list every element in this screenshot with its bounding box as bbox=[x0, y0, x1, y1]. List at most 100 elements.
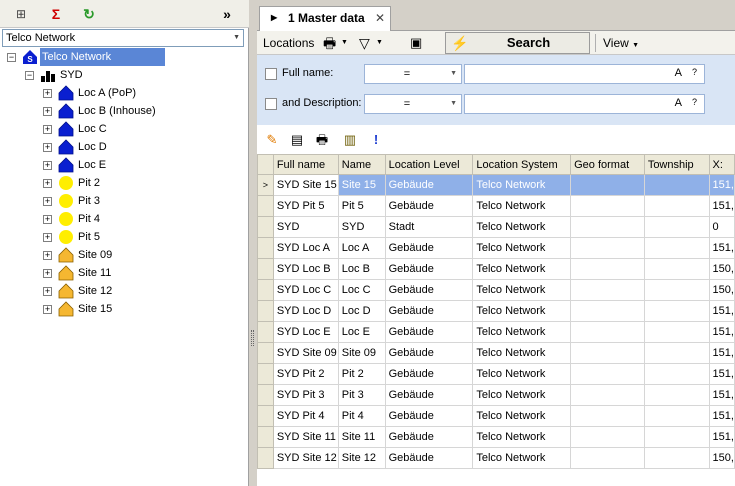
table-cell[interactable]: 151, bbox=[708, 195, 735, 217]
description-checkbox[interactable] bbox=[265, 98, 277, 110]
table-cell[interactable]: SYD Site 11 bbox=[272, 426, 339, 448]
row-indicator[interactable] bbox=[257, 279, 274, 301]
case-sensitive-icon[interactable]: A bbox=[675, 97, 682, 109]
column-header[interactable]: Location System bbox=[472, 154, 572, 175]
table-cell[interactable] bbox=[643, 447, 710, 469]
column-header[interactable]: Township bbox=[643, 154, 710, 175]
table-cell[interactable]: SYD Site 15 bbox=[272, 174, 339, 196]
table-cell[interactable]: Pit 3 bbox=[337, 384, 386, 406]
case-sensitive-icon[interactable]: A bbox=[675, 67, 682, 79]
expand-toggle-icon[interactable]: + bbox=[43, 89, 52, 98]
table-cell[interactable]: SYD Pit 3 bbox=[272, 384, 339, 406]
row-indicator[interactable] bbox=[257, 363, 274, 385]
table-cell[interactable]: Loc B bbox=[337, 258, 386, 280]
table-cell[interactable]: Telco Network bbox=[472, 384, 572, 406]
table-cell[interactable]: 151, bbox=[708, 384, 735, 406]
full-name-operator-select[interactable]: = ▼ bbox=[364, 64, 462, 84]
table-cell[interactable]: 151, bbox=[708, 237, 735, 259]
tree-node-item[interactable]: + Site 12 bbox=[0, 282, 249, 300]
table-cell[interactable]: Telco Network bbox=[472, 342, 572, 364]
table-cell[interactable]: SYD Site 12 bbox=[272, 447, 339, 469]
row-indicator[interactable] bbox=[257, 384, 274, 406]
edit-icon[interactable]: ✎ bbox=[263, 131, 281, 149]
table-cell[interactable] bbox=[643, 384, 710, 406]
tree-node-item[interactable]: + Site 15 bbox=[0, 300, 249, 318]
tree-node-item[interactable]: + Pit 5 bbox=[0, 228, 249, 246]
table-cell[interactable] bbox=[570, 216, 645, 238]
view-menu[interactable]: View ▼ bbox=[603, 31, 639, 55]
tree-node-item[interactable]: + Loc E bbox=[0, 156, 249, 174]
filter-icon[interactable]: ▽ bbox=[359, 31, 370, 55]
tree-node-item[interactable]: + Pit 3 bbox=[0, 192, 249, 210]
print-dropdown-icon[interactable]: ▼ bbox=[341, 31, 348, 55]
table-row[interactable]: SYD Loc E Loc E Gebäude Telco Network 151, bbox=[257, 321, 735, 343]
table-cell[interactable] bbox=[643, 300, 710, 322]
table-row[interactable]: SYD Site 12 Site 12 Gebäude Telco Network 15… bbox=[257, 447, 735, 469]
table-cell[interactable] bbox=[643, 279, 710, 301]
table-cell[interactable] bbox=[570, 174, 645, 196]
table-cell[interactable]: Pit 4 bbox=[337, 405, 386, 427]
tree-node-item[interactable]: + Site 11 bbox=[0, 264, 249, 282]
collapse-toggle-icon[interactable]: − bbox=[7, 53, 16, 62]
table-cell[interactable]: Telco Network bbox=[472, 279, 572, 301]
table-cell[interactable]: Gebäude bbox=[384, 405, 474, 427]
table-cell[interactable] bbox=[570, 342, 645, 364]
table-cell[interactable]: Site 11 bbox=[337, 426, 386, 448]
table-cell[interactable]: Telco Network bbox=[472, 195, 572, 217]
table-row[interactable]: SYD Site 09 Site 09 Gebäude Telco Network 15… bbox=[257, 342, 735, 364]
expand-toggle-icon[interactable]: + bbox=[43, 179, 52, 188]
table-cell[interactable]: SYD Loc D bbox=[272, 300, 339, 322]
column-header[interactable]: Name bbox=[337, 154, 386, 175]
row-indicator[interactable] bbox=[257, 216, 274, 238]
table-cell[interactable]: Gebäude bbox=[384, 174, 474, 196]
help-icon[interactable]: ? bbox=[692, 97, 697, 107]
expand-toggle-icon[interactable]: + bbox=[43, 287, 52, 296]
tree-node-syd[interactable]: − SYD bbox=[0, 66, 249, 84]
table-cell[interactable]: Telco Network bbox=[472, 258, 572, 280]
expand-toggle-icon[interactable]: + bbox=[43, 233, 52, 242]
table-cell[interactable]: Pit 5 bbox=[337, 195, 386, 217]
tree-node-item[interactable]: + Pit 2 bbox=[0, 174, 249, 192]
table-cell[interactable] bbox=[643, 237, 710, 259]
table-row[interactable]: SYD Pit 4 Pit 4 Gebäude Telco Network 151, bbox=[257, 405, 735, 427]
table-row[interactable]: SYD Loc B Loc B Gebäude Telco Network 150, bbox=[257, 258, 735, 280]
expand-toggle-icon[interactable]: + bbox=[43, 125, 52, 134]
table-cell[interactable] bbox=[570, 384, 645, 406]
expand-toggle-icon[interactable]: + bbox=[43, 107, 52, 116]
table-cell[interactable]: SYD Loc C bbox=[272, 279, 339, 301]
row-indicator[interactable] bbox=[257, 300, 274, 322]
row-indicator[interactable] bbox=[257, 342, 274, 364]
expand-toggle-icon[interactable]: + bbox=[43, 215, 52, 224]
table-cell[interactable] bbox=[643, 195, 710, 217]
table-cell[interactable]: Pit 2 bbox=[337, 363, 386, 385]
table-cell[interactable] bbox=[643, 342, 710, 364]
columns-icon[interactable]: ▤ bbox=[288, 131, 306, 149]
search-button[interactable]: ⚡ Search bbox=[445, 32, 590, 54]
table-cell[interactable] bbox=[570, 237, 645, 259]
full-name-checkbox[interactable] bbox=[265, 68, 277, 80]
table-cell[interactable] bbox=[643, 258, 710, 280]
splitter-grip[interactable] bbox=[251, 330, 254, 346]
table-cell[interactable]: Gebäude bbox=[384, 300, 474, 322]
table-cell[interactable] bbox=[643, 405, 710, 427]
table-cell[interactable]: SYD Pit 2 bbox=[272, 363, 339, 385]
table-row[interactable]: SYD Site 11 Site 11 Gebäude Telco Network 15… bbox=[257, 426, 735, 448]
tree-node-item[interactable]: + Loc B (Inhouse) bbox=[0, 102, 249, 120]
table-cell[interactable] bbox=[570, 279, 645, 301]
table-row[interactable]: SYD Pit 3 Pit 3 Gebäude Telco Network 151, bbox=[257, 384, 735, 406]
table-cell[interactable] bbox=[570, 195, 645, 217]
table-row[interactable]: > SYD Site 15 Site 15 Gebäude Telco Network 1… bbox=[257, 174, 735, 196]
table-cell[interactable]: Loc D bbox=[337, 300, 386, 322]
export-icon[interactable]: ▥ bbox=[341, 131, 359, 149]
table-cell[interactable]: Telco Network bbox=[472, 405, 572, 427]
table-cell[interactable]: Telco Network bbox=[472, 426, 572, 448]
print-icon[interactable]: 🖶 bbox=[313, 131, 331, 149]
row-indicator[interactable]: > bbox=[257, 174, 274, 196]
table-row[interactable]: SYD Loc D Loc D Gebäude Telco Network 151, bbox=[257, 300, 735, 322]
table-cell[interactable]: Gebäude bbox=[384, 447, 474, 469]
table-cell[interactable] bbox=[643, 363, 710, 385]
row-indicator[interactable] bbox=[257, 321, 274, 343]
table-cell[interactable]: 0 bbox=[708, 216, 735, 238]
full-name-input[interactable]: A ? bbox=[464, 64, 705, 84]
column-header[interactable]: X: bbox=[708, 154, 735, 175]
